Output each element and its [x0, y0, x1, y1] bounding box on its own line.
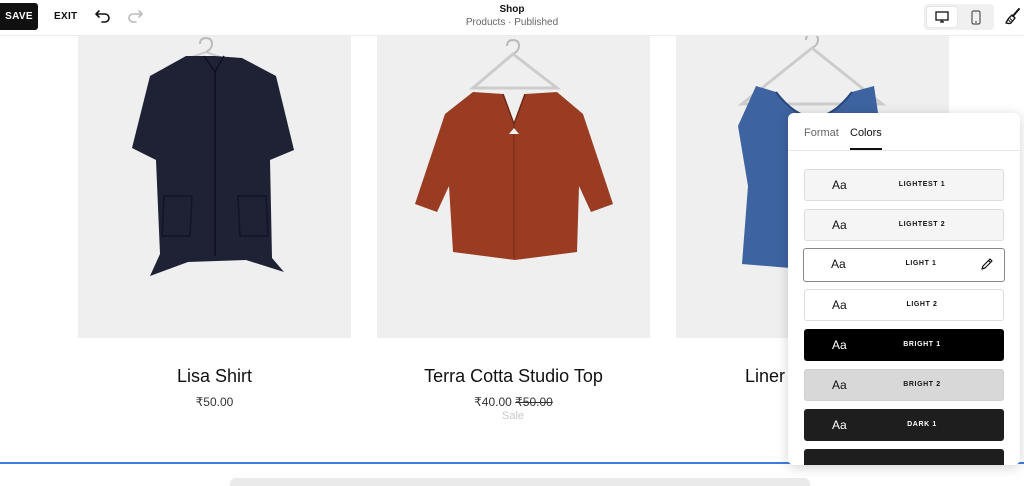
- paintbrush-icon[interactable]: [1004, 7, 1022, 25]
- top-toolbar: SAVE EXIT Shop Products · Published: [0, 0, 1024, 36]
- swatch-label: BRIGHT 2: [903, 381, 941, 388]
- save-button[interactable]: SAVE: [0, 3, 38, 30]
- page-title: Shop: [499, 4, 525, 15]
- edit-pencil-icon[interactable]: [980, 257, 994, 271]
- swatch-sample: Aa: [832, 378, 847, 392]
- swatch-bright-2[interactable]: Aa BRIGHT 2: [804, 369, 1004, 401]
- swatch-dark-2[interactable]: [804, 449, 1004, 465]
- product-image-terra-cotta-studio-top[interactable]: [377, 36, 650, 338]
- product-original-price: ₹50.00: [515, 395, 553, 409]
- swatch-bright-1[interactable]: Aa BRIGHT 1: [804, 329, 1004, 361]
- product-price: ₹50.00: [195, 395, 234, 409]
- mobile-icon: [971, 9, 981, 25]
- desktop-icon: [935, 11, 949, 23]
- tab-format[interactable]: Format: [804, 127, 839, 139]
- sale-badge: Sale: [501, 410, 525, 422]
- product-name[interactable]: Terra Cotta Studio Top: [377, 366, 650, 387]
- product-image-lisa-shirt[interactable]: [78, 36, 351, 338]
- page-status: Products · Published: [465, 17, 559, 28]
- swatch-sample: Aa: [832, 418, 847, 432]
- swatch-dark-1[interactable]: Aa DARK 1: [804, 409, 1004, 441]
- swatch-light-1[interactable]: Aa LIGHT 1: [803, 248, 1005, 282]
- panel-tabs: Format Colors: [788, 113, 1020, 151]
- swatch-label: BRIGHT 1: [903, 341, 941, 348]
- swatch-sample: Aa: [832, 218, 847, 232]
- color-style-panel: Format Colors Aa LIGHTEST 1 Aa LIGHTEST …: [788, 113, 1020, 465]
- swatch-lightest-1[interactable]: Aa LIGHTEST 1: [804, 169, 1004, 201]
- swatch-sample: Aa: [832, 178, 847, 192]
- swatch-sample: Aa: [832, 338, 847, 352]
- page-title-block: Shop Products · Published: [412, 4, 612, 29]
- swatch-lightest-2[interactable]: Aa LIGHTEST 2: [804, 209, 1004, 241]
- exit-button[interactable]: EXIT: [50, 3, 81, 30]
- swatch-label: LIGHT 2: [906, 301, 938, 308]
- swatch-label: LIGHT 1: [905, 260, 937, 267]
- swatch-light-2[interactable]: Aa LIGHT 2: [804, 289, 1004, 321]
- redo-icon[interactable]: [126, 7, 144, 25]
- swatch-label: DARK 1: [907, 421, 937, 428]
- desktop-view-button[interactable]: [927, 7, 957, 27]
- undo-icon[interactable]: [94, 7, 112, 25]
- swatch-sample: Aa: [832, 298, 847, 312]
- product-name[interactable]: Lisa Shirt: [78, 366, 351, 387]
- swatch-label: LIGHTEST 2: [898, 221, 946, 228]
- device-toggle: [924, 4, 994, 30]
- tab-colors[interactable]: Colors: [850, 127, 882, 150]
- product-price-block: ₹40.00 ₹50.00: [377, 395, 650, 409]
- product-name[interactable]: Liner: [745, 366, 785, 387]
- swatch-sample: Aa: [831, 257, 846, 271]
- swatch-label: LIGHTEST 1: [898, 181, 946, 188]
- mobile-view-button[interactable]: [961, 7, 991, 27]
- next-section-edge: [230, 478, 810, 486]
- product-price: ₹40.00: [474, 395, 512, 409]
